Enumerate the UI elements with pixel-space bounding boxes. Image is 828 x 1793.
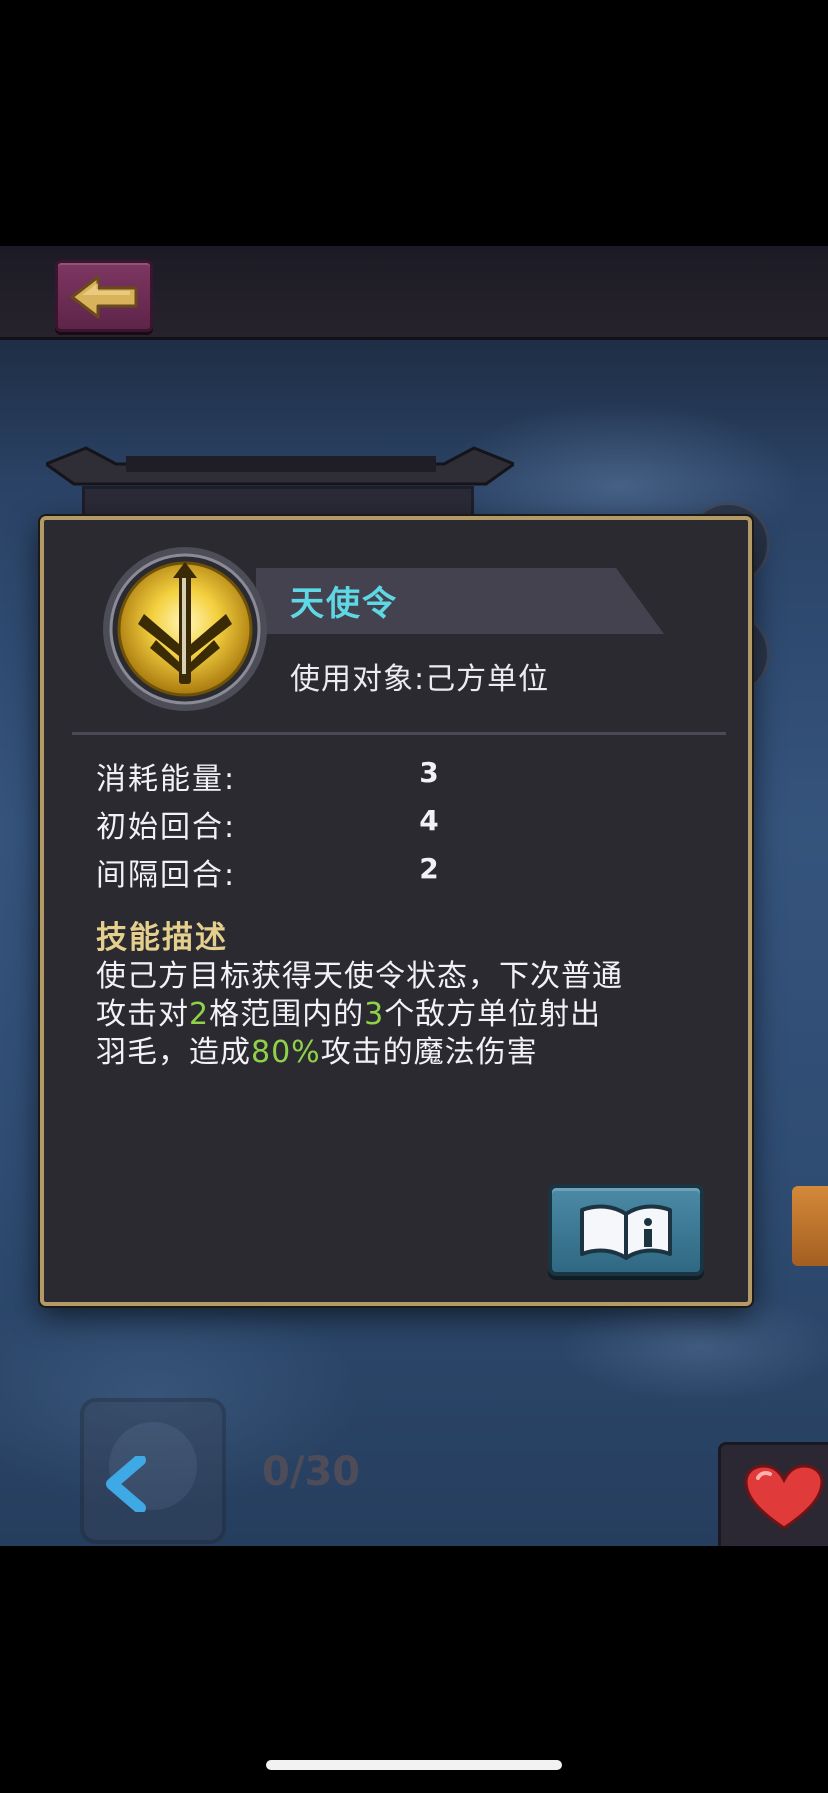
home-indicator[interactable] bbox=[266, 1760, 562, 1770]
skill-description: 使己方目标获得天使令状态，下次普通 攻击对2格范围内的3个敌方单位射出 羽毛，造… bbox=[96, 958, 716, 1072]
angel-order-skill-icon bbox=[103, 547, 267, 711]
top-bar bbox=[0, 246, 828, 340]
initial-round-value: 4 bbox=[419, 804, 439, 837]
skill-description-heading: 技能描述 bbox=[96, 920, 228, 956]
hero-avatar[interactable] bbox=[78, 1396, 228, 1546]
range-value: 2 bbox=[189, 997, 210, 1032]
panel-header-frame bbox=[46, 446, 514, 486]
desc-line-1: 使己方目标获得天使令状态，下次普通 bbox=[96, 959, 623, 994]
energy-cost-label: 消耗能量: bbox=[96, 762, 237, 797]
chest-icon[interactable] bbox=[792, 1186, 828, 1266]
heart-icon[interactable] bbox=[744, 1464, 824, 1532]
desc-line-2: 攻击对2格范围内的3个敌方单位射出 bbox=[96, 997, 602, 1032]
book-info-icon bbox=[580, 1204, 672, 1260]
energy-cost-value: 3 bbox=[419, 756, 439, 789]
target-count-value: 3 bbox=[364, 997, 385, 1032]
desc-line-3: 羽毛，造成80%攻击的魔法伤害 bbox=[96, 1035, 538, 1070]
initial-round-label: 初始回合: bbox=[96, 810, 237, 845]
interval-round-label: 间隔回合: bbox=[96, 858, 237, 893]
hero-count: 0/30 bbox=[262, 1449, 361, 1495]
skill-target: 使用对象:己方单位 bbox=[290, 662, 550, 697]
skill-name: 天使令 bbox=[290, 584, 398, 624]
chevron-left-icon[interactable] bbox=[104, 1456, 148, 1512]
back-button[interactable] bbox=[55, 260, 153, 332]
skill-info-book-button[interactable] bbox=[548, 1184, 704, 1276]
interval-round-value: 2 bbox=[419, 852, 439, 885]
divider bbox=[72, 732, 726, 735]
damage-percent-value: 80% bbox=[251, 1035, 321, 1070]
skill-info-popup: 天使令 使用对象:己方单位 消耗能量: 3 初始回合: 4 间隔回合: 2 技能… bbox=[40, 516, 752, 1306]
back-arrow-icon bbox=[70, 275, 138, 319]
